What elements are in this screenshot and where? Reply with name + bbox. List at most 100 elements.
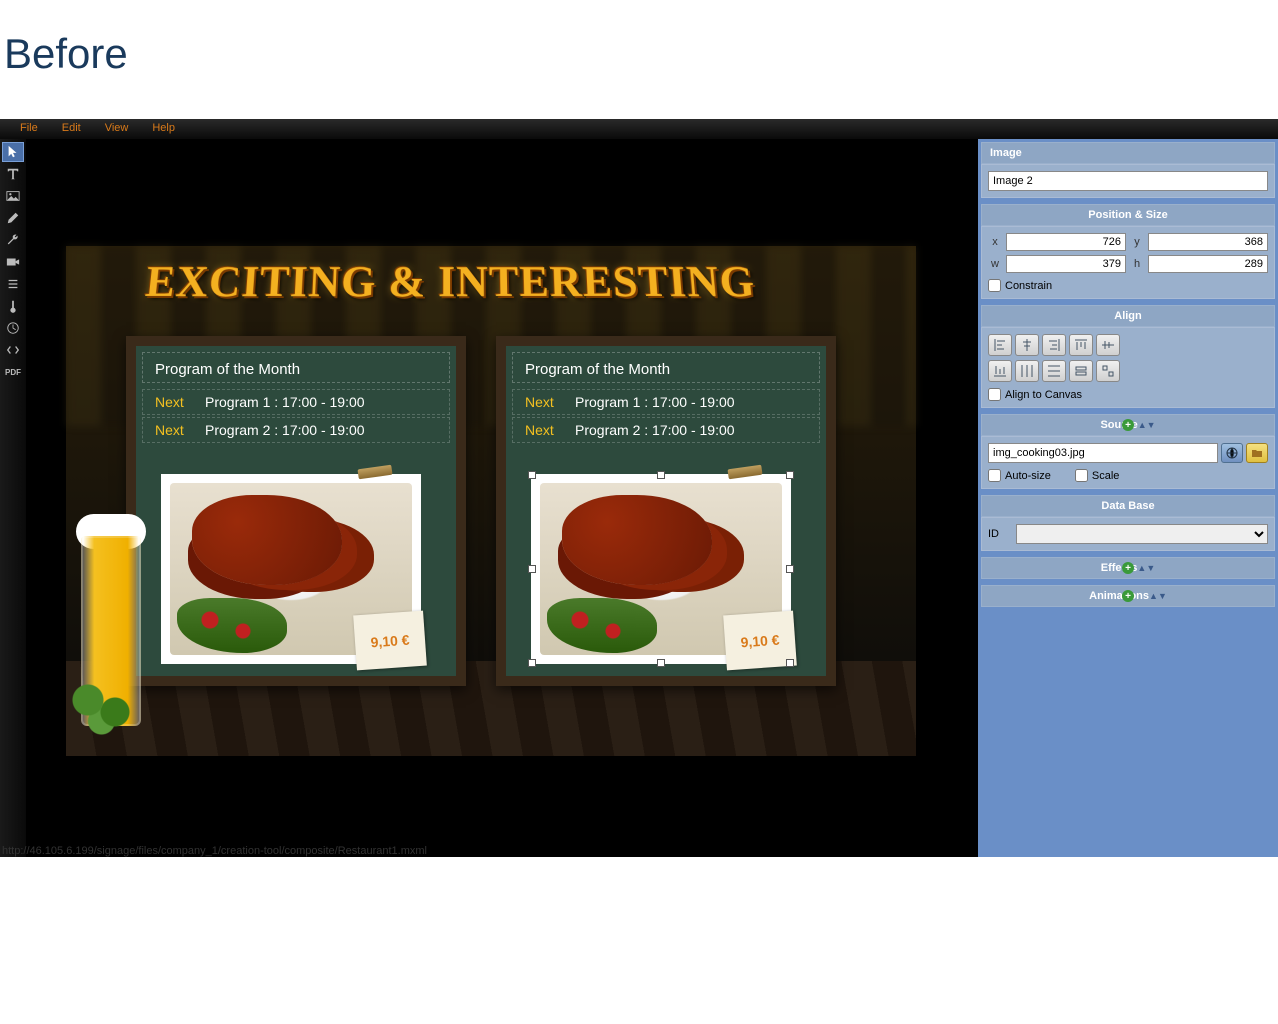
section-image-label: Image [990,147,1022,159]
x-input[interactable] [1006,233,1126,251]
section-effects-header[interactable]: + Effects ▲▼ [981,557,1275,579]
menubar: File Edit View Help [0,119,1278,139]
menu-board-left[interactable]: Program of the Month Next Program 1 : 17… [126,336,466,686]
add-effect-icon[interactable]: + [1122,562,1134,574]
next-tag: Next [155,394,195,410]
align-left-button[interactable] [988,334,1012,356]
align-top-button[interactable] [1069,334,1093,356]
match-size-button[interactable] [1096,360,1120,382]
selection-handle[interactable] [657,659,665,667]
menu-board-right[interactable]: Program of the Month Next Program 1 : 17… [496,336,836,686]
menu-file[interactable]: File [8,119,50,139]
tool-clock[interactable] [2,318,24,338]
section-align-label: Align [1114,310,1142,322]
y-input[interactable] [1148,233,1268,251]
auto-size-checkbox[interactable] [988,469,1001,482]
beer-graphic[interactable] [66,476,166,726]
source-path-input[interactable] [988,443,1218,463]
collapse-arrows-icon[interactable]: ▲▼ [1138,420,1156,430]
selection-handle[interactable] [528,659,536,667]
w-input[interactable] [1006,255,1126,273]
left-toolbar: PDF [0,139,26,857]
add-source-icon[interactable]: + [1122,419,1134,431]
next-tag: Next [525,394,565,410]
constrain-checkbox[interactable] [988,279,1001,292]
menu-help[interactable]: Help [140,119,187,139]
match-width-button[interactable] [1069,360,1093,382]
h-label: h [1130,258,1144,270]
status-bar: http://46.105.6.199/signage/files/compan… [2,845,427,857]
selection-handle[interactable] [528,471,536,479]
headline-text[interactable]: EXCITING & INTERESTING [143,256,757,307]
h-input[interactable] [1148,255,1268,273]
add-animation-icon[interactable]: + [1122,590,1134,602]
tool-select[interactable] [2,142,24,162]
section-database-header[interactable]: Data Base [981,495,1275,517]
collapse-arrows-icon[interactable]: ▲▼ [1137,563,1155,573]
program-row[interactable]: Next Program 2 : 17:00 - 19:00 [512,417,820,443]
tool-list[interactable] [2,274,24,294]
price-tag-left[interactable]: 9,10 € [353,611,427,671]
food-graphic [562,495,712,585]
canvas[interactable]: EXCITING & INTERESTING Program of the Mo… [66,246,916,756]
align-canvas-label: Align to Canvas [1005,389,1082,401]
program-title-right[interactable]: Program of the Month [512,352,820,383]
align-center-h-button[interactable] [1015,334,1039,356]
properties-panel: Image Position & Size x y w [978,139,1278,857]
x-label: x [988,236,1002,248]
food-graphic [192,495,342,585]
clip-icon [357,465,392,480]
food-image-left[interactable]: 9,10 € [161,474,421,664]
scale-checkbox[interactable] [1075,469,1088,482]
selection-handle[interactable] [786,471,794,479]
align-right-button[interactable] [1042,334,1066,356]
distribute-v-button[interactable] [1042,360,1066,382]
selection-handle[interactable] [657,471,665,479]
program-text: Program 1 : 17:00 - 19:00 [205,394,365,410]
selection-handle[interactable] [786,659,794,667]
menu-view[interactable]: View [93,119,141,139]
browse-web-button[interactable] [1221,443,1243,463]
section-align-header[interactable]: Align [981,305,1275,327]
section-position-header[interactable]: Position & Size [981,204,1275,226]
page-title: Before [0,0,1278,78]
tool-code[interactable] [2,340,24,360]
program-title-left[interactable]: Program of the Month [142,352,450,383]
tool-pen[interactable] [2,208,24,228]
tool-wrench[interactable] [2,230,24,250]
distribute-h-button[interactable] [1015,360,1039,382]
tool-temperature[interactable] [2,296,24,316]
image-name-input[interactable] [988,171,1268,191]
app-window: File Edit View Help [0,119,1278,857]
id-select[interactable] [1016,524,1268,544]
auto-size-label: Auto-size [1005,470,1051,482]
tool-text[interactable] [2,164,24,184]
section-source-header[interactable]: + Source ▲▼ [981,414,1275,436]
align-center-v-button[interactable] [1096,334,1120,356]
program-row[interactable]: Next Program 1 : 17:00 - 19:00 [142,389,450,415]
hops-leaves [61,676,151,736]
next-tag: Next [155,422,195,438]
w-label: w [988,258,1002,270]
align-bottom-button[interactable] [988,360,1012,382]
program-row[interactable]: Next Program 2 : 17:00 - 19:00 [142,417,450,443]
tool-video[interactable] [2,252,24,272]
menu-edit[interactable]: Edit [50,119,93,139]
align-canvas-checkbox[interactable] [988,388,1001,401]
program-row[interactable]: Next Program 1 : 17:00 - 19:00 [512,389,820,415]
food-image-right-selected[interactable]: 9,10 € [531,474,791,664]
tool-image[interactable] [2,186,24,206]
program-text: Program 2 : 17:00 - 19:00 [575,422,735,438]
program-text: Program 2 : 17:00 - 19:00 [205,422,365,438]
section-animations-header[interactable]: + Animations ▲▼ [981,585,1275,607]
section-database-label: Data Base [1101,500,1154,512]
selection-handle[interactable] [786,565,794,573]
section-animations-label: Animations [1089,590,1149,602]
tool-pdf[interactable]: PDF [2,362,24,382]
section-image-header[interactable]: Image [981,142,1275,164]
selection-handle[interactable] [528,565,536,573]
constrain-label: Constrain [1005,280,1052,292]
collapse-arrows-icon[interactable]: ▲▼ [1149,591,1167,601]
browse-file-button[interactable] [1246,443,1268,463]
canvas-area[interactable]: EXCITING & INTERESTING Program of the Mo… [26,139,978,857]
